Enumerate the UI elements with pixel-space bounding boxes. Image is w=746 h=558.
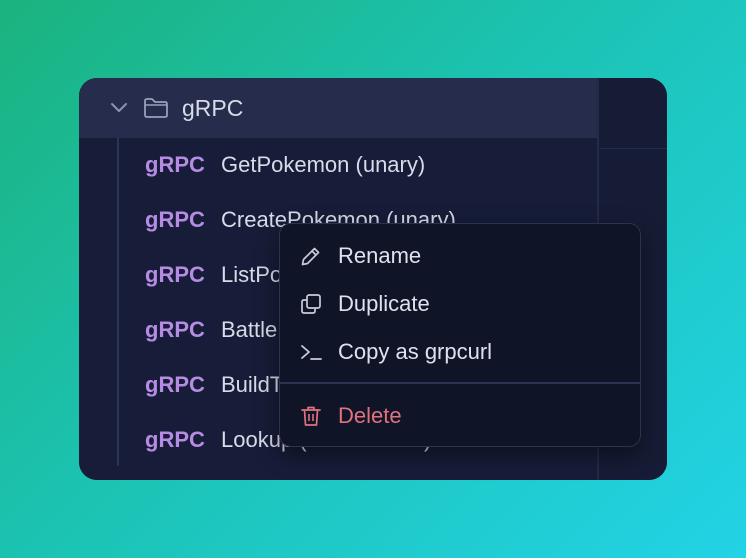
menu-item-label: Rename <box>338 243 422 268</box>
menu-separator <box>280 382 640 384</box>
request-name: GetPokemon (unary) <box>221 152 426 177</box>
context-menu: Rename Duplicate Copy as grpcurl Delete <box>279 223 641 447</box>
menu-item-duplicate[interactable]: Duplicate <box>280 282 640 326</box>
method-badge: gRPC <box>145 427 205 452</box>
folder-row-grpc[interactable]: gRPC <box>79 78 597 138</box>
folder-label: gRPC <box>182 95 244 121</box>
method-badge: gRPC <box>145 262 205 287</box>
chevron-down-icon[interactable] <box>109 100 129 116</box>
method-badge: gRPC <box>145 372 205 397</box>
terminal-icon <box>301 345 322 360</box>
tree-indent-line <box>117 138 119 466</box>
menu-item-copy-grpcurl[interactable]: Copy as grpcurl <box>280 330 640 374</box>
menu-item-label: Copy as grpcurl <box>338 339 493 364</box>
folder-icon <box>144 98 168 118</box>
pencil-icon <box>301 247 320 266</box>
menu-item-rename[interactable]: Rename <box>280 234 640 278</box>
copy-icon <box>301 294 321 314</box>
trash-icon <box>301 406 321 426</box>
editor-tab-bar <box>599 78 667 149</box>
menu-item-label: Delete <box>338 403 402 428</box>
method-badge: gRPC <box>145 207 205 232</box>
method-badge: gRPC <box>145 152 205 177</box>
request-item[interactable]: gRPC GetPokemon (unary) <box>145 150 425 180</box>
menu-item-label: Duplicate <box>338 291 430 316</box>
method-badge: gRPC <box>145 317 205 342</box>
menu-item-delete[interactable]: Delete <box>280 394 640 438</box>
